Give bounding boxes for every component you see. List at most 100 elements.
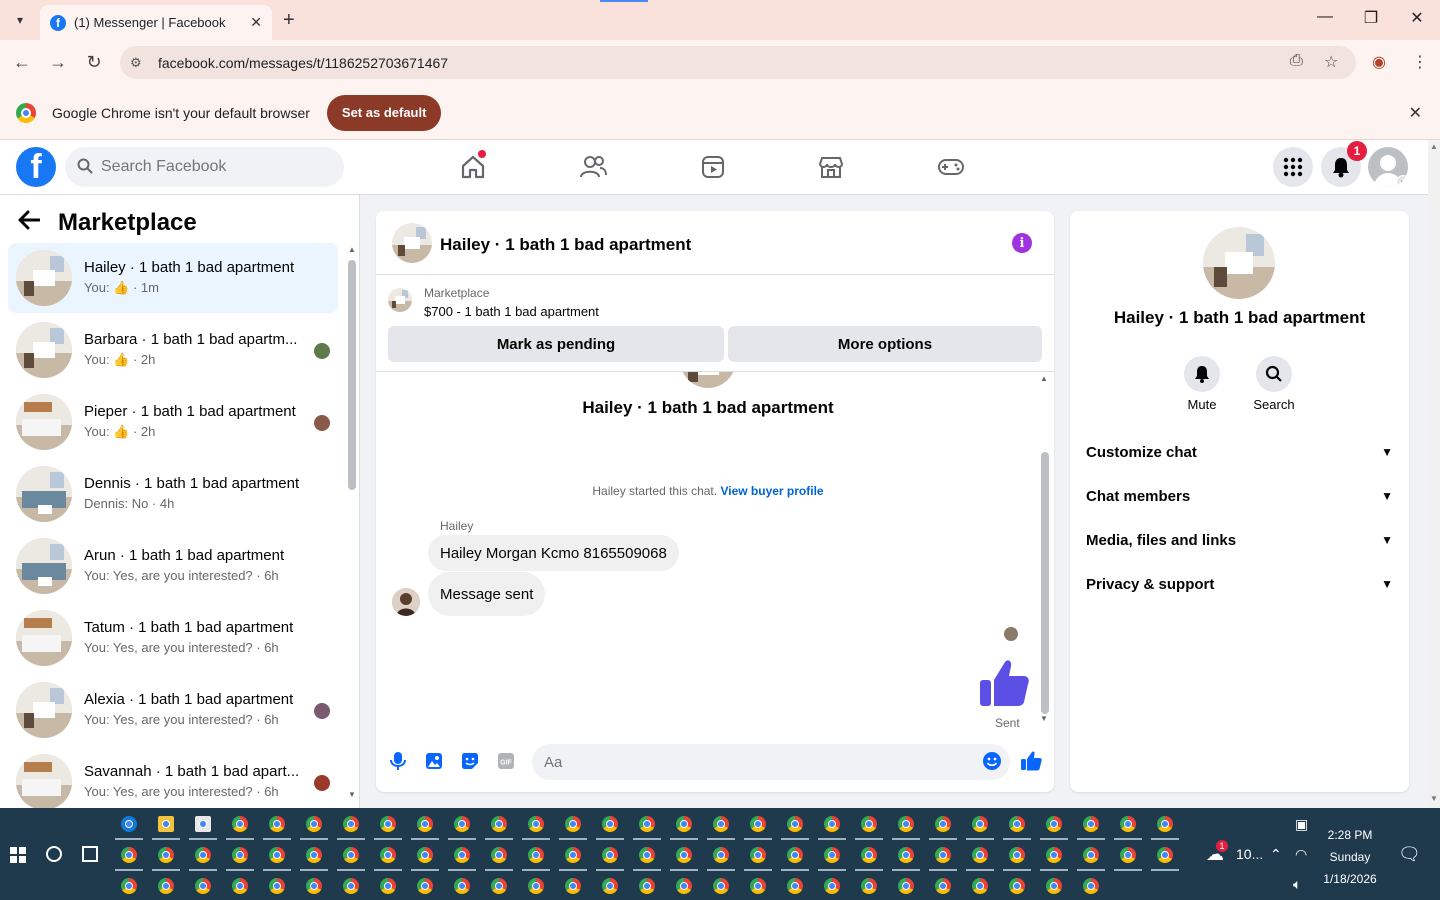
taskbar-chrome-icon[interactable] xyxy=(713,816,729,832)
taskbar-chrome-icon[interactable] xyxy=(491,878,507,894)
customize-chat-section[interactable]: Customize chat ▼ xyxy=(1086,438,1393,466)
gaming-nav-icon[interactable] xyxy=(936,152,966,182)
taskbar-chrome-icon[interactable] xyxy=(491,847,507,863)
scroll-up-arrow-icon[interactable]: ▲ xyxy=(348,245,356,254)
chevron-up-icon[interactable]: ⌃ xyxy=(1270,846,1282,863)
sticker-icon[interactable] xyxy=(459,750,481,772)
search-in-chat-button[interactable]: Search xyxy=(1244,356,1304,412)
photo-icon[interactable] xyxy=(423,750,445,772)
message-bubble[interactable]: Message sent xyxy=(428,572,546,616)
taskbar-chrome-icon[interactable] xyxy=(972,847,988,863)
mute-button[interactable]: Mute xyxy=(1172,356,1232,412)
taskbar-chrome-icon[interactable] xyxy=(121,847,137,863)
scrollbar-thumb[interactable] xyxy=(348,260,356,490)
taskbar-chrome-icon[interactable] xyxy=(602,847,618,863)
taskbar-chrome-icon[interactable] xyxy=(454,878,470,894)
taskbar-chrome-icon[interactable] xyxy=(195,847,211,863)
thread-scrollbar[interactable]: ▲ ▼ xyxy=(1040,372,1050,732)
taskbar-chrome-icon[interactable] xyxy=(787,816,803,832)
taskbar-chrome-icon[interactable] xyxy=(1046,878,1062,894)
taskbar-chrome-icon[interactable] xyxy=(750,878,766,894)
bell-icon[interactable] xyxy=(1184,356,1220,392)
taskbar-chrome-icon[interactable] xyxy=(306,816,322,832)
chrome-menu-icon[interactable]: ⋮ xyxy=(1412,52,1428,72)
taskbar-chrome-icon[interactable] xyxy=(1046,816,1062,832)
media-files-links-section[interactable]: Media, files and links ▼ xyxy=(1086,526,1393,554)
info-icon[interactable]: i xyxy=(1012,233,1032,253)
chevron-down-icon[interactable]: ▾ xyxy=(1396,175,1408,187)
chat-title[interactable]: Hailey · 1 bath 1 bad apartment xyxy=(440,235,691,255)
taskbar-chrome-icon[interactable] xyxy=(491,816,507,832)
taskbar-chrome-icon[interactable] xyxy=(676,816,692,832)
reload-button[interactable]: ↻ xyxy=(82,52,106,73)
taskbar-chrome-icon[interactable] xyxy=(602,878,618,894)
tab-close-icon[interactable]: ✕ xyxy=(250,14,262,31)
taskbar-chrome-icon[interactable] xyxy=(565,847,581,863)
message-input[interactable] xyxy=(532,744,1010,780)
taskbar-chrome-icon[interactable] xyxy=(1157,847,1173,863)
taskbar-chrome-icon[interactable] xyxy=(269,878,285,894)
privacy-support-section[interactable]: Privacy & support ▼ xyxy=(1086,570,1393,598)
taskbar-chrome-icon[interactable] xyxy=(861,847,877,863)
taskbar-chrome-icon[interactable] xyxy=(232,847,248,863)
volume-icon[interactable]: 🔈︎ xyxy=(1293,876,1301,893)
bookmark-star-icon[interactable]: ☆ xyxy=(1324,52,1338,72)
account-avatar[interactable]: ▾ xyxy=(1368,147,1408,187)
taskbar-chrome-icon[interactable] xyxy=(602,816,618,832)
microphone-icon[interactable] xyxy=(387,750,409,772)
search-input[interactable] xyxy=(101,158,321,176)
weather-temp[interactable]: 10... xyxy=(1236,846,1263,862)
scroll-up-arrow-icon[interactable]: ▲ xyxy=(1040,374,1048,383)
install-app-icon[interactable]: ⎙ xyxy=(1290,52,1303,70)
taskbar-chrome-icon[interactable] xyxy=(639,816,655,832)
taskbar-chrome-icon[interactable] xyxy=(269,816,285,832)
back-arrow-icon[interactable] xyxy=(18,209,41,237)
taskbar-chrome-icon[interactable] xyxy=(306,847,322,863)
taskbar-chrome-icon[interactable] xyxy=(565,878,581,894)
wifi-icon[interactable]: ◠ xyxy=(1295,846,1307,863)
taskbar-chrome-icon[interactable] xyxy=(121,878,137,894)
scroll-down-arrow-icon[interactable]: ▼ xyxy=(348,790,356,799)
taskbar-chrome-icon[interactable] xyxy=(972,878,988,894)
taskbar-chrome-icon[interactable] xyxy=(528,847,544,863)
meet-now-icon[interactable]: ▣ xyxy=(1295,816,1308,833)
taskbar-chrome-icon[interactable] xyxy=(750,816,766,832)
taskbar-chrome-icon[interactable] xyxy=(232,878,248,894)
taskbar-chrome-icon[interactable] xyxy=(232,816,248,832)
conversation-item[interactable]: Pieper · 1 bath 1 bad apartment You: 👍 ·… xyxy=(8,387,338,457)
search-icon[interactable] xyxy=(1256,356,1292,392)
back-button[interactable]: ← xyxy=(10,52,34,73)
taskbar-chrome-icon[interactable] xyxy=(343,847,359,863)
taskbar-chrome-icon[interactable] xyxy=(935,816,951,832)
taskbar-chrome-icon[interactable] xyxy=(1083,816,1099,832)
taskbar-chrome-icon[interactable] xyxy=(269,847,285,863)
tab-search-button[interactable]: ▾ xyxy=(8,9,32,31)
minimize-button[interactable]: — xyxy=(1310,8,1340,26)
address-bar[interactable]: ⚙ facebook.com/messages/t/11862527036714… xyxy=(120,46,1356,79)
taskbar-chrome-icon[interactable] xyxy=(195,878,211,894)
notification-center-icon[interactable]: 🗨︎ xyxy=(1398,844,1421,865)
conversation-item[interactable]: Savannah · 1 bath 1 bad apart... You: Ye… xyxy=(8,747,338,808)
chevron-down-icon[interactable]: ▼ xyxy=(1381,445,1393,459)
conversation-item[interactable]: Alexia · 1 bath 1 bad apartment You: Yes… xyxy=(8,675,338,745)
chevron-down-icon[interactable]: ▼ xyxy=(1381,489,1393,503)
chevron-down-icon[interactable]: ▼ xyxy=(1381,577,1393,591)
taskbar-chrome-icon[interactable] xyxy=(750,847,766,863)
close-window-button[interactable]: ✕ xyxy=(1402,8,1432,28)
forward-button[interactable]: → xyxy=(46,52,70,73)
taskbar-chrome-icon[interactable] xyxy=(158,878,174,894)
taskbar-chrome-icon[interactable] xyxy=(935,847,951,863)
taskbar-chrome-icon[interactable] xyxy=(861,878,877,894)
taskbar-chrome-icon[interactable] xyxy=(676,847,692,863)
taskbar-chrome-icon[interactable] xyxy=(935,878,951,894)
infobar-close-icon[interactable]: ✕ xyxy=(1409,103,1422,123)
more-options-button[interactable]: More options xyxy=(728,326,1042,362)
chat-members-section[interactable]: Chat members ▼ xyxy=(1086,482,1393,510)
conversation-item[interactable]: Arun · 1 bath 1 bad apartment You: Yes, … xyxy=(8,531,338,601)
taskbar-chrome-icon[interactable] xyxy=(1009,878,1025,894)
taskbar-chrome-icon[interactable] xyxy=(343,816,359,832)
taskbar-chrome-icon[interactable] xyxy=(1046,847,1062,863)
browser-tab-active[interactable]: f (1) Messenger | Facebook ✕ xyxy=(40,5,272,40)
taskbar-chrome-icon[interactable] xyxy=(380,847,396,863)
mail-icon[interactable] xyxy=(195,816,211,832)
